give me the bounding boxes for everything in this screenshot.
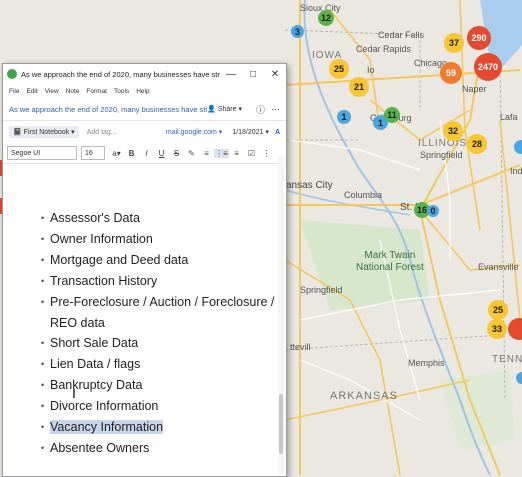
highlight-icon[interactable]: ✎ [184,149,199,158]
map-label-lafayette: Lafa [500,112,518,122]
add-tag-input[interactable]: Add tag... [87,129,166,136]
underline-icon[interactable]: U [154,149,169,158]
map-label-cedar-rapids: Cedar Rapids [356,44,412,54]
bullet-list: Assessor's Data Owner Information Mortga… [41,208,274,459]
more-format-icon[interactable]: ⋮ [259,149,274,158]
map-label-springfield: Springfield [420,150,463,160]
list-item[interactable]: Owner Information [41,229,274,250]
menu-item-file[interactable]: File [9,88,19,95]
list-item[interactable]: Short Sale Data [41,333,274,354]
map-cluster-marker[interactable]: 290 [467,26,491,50]
map-label-springfield-mo: Springfield [300,285,343,295]
more-options-icon[interactable]: ⋯ [271,104,280,115]
map-cluster-marker[interactable]: 25 [488,300,508,320]
map-cluster-marker[interactable]: 59 [440,62,462,84]
map-cluster-marker[interactable]: 11 [384,107,400,123]
list-item[interactable]: Assessor's Data [41,208,274,229]
map-label-kansas-city: ansas City [286,180,333,191]
font-size-value: 16 [85,149,93,157]
font-family-value: Segoe UI [11,149,41,157]
menu-item-edit[interactable]: Edit [26,88,37,95]
checklist-icon[interactable]: ☑ [244,149,259,158]
text-color-icon[interactable]: a▾ [109,149,124,158]
notebook-label: First Notebook [23,129,70,136]
map-cluster-marker[interactable]: 33 [487,319,507,339]
italic-icon[interactable]: I [139,149,154,158]
list-item[interactable]: Absentee Owners [41,438,274,459]
close-icon[interactable]: ✕ [264,69,286,80]
map-cluster-marker[interactable]: 21 [349,77,369,97]
map-label-fayetteville: ttevill [290,342,311,352]
map-cluster-marker[interactable]: 28 [467,134,487,154]
map-cluster-marker[interactable]: 12 [318,10,334,26]
map-label-naperville: Naper [462,84,487,94]
align-icon[interactable]: ≡ [199,149,214,158]
list-item[interactable]: Bankruptcy Data [41,375,274,396]
numbered-list-icon[interactable]: ≡ [229,149,244,158]
note-header: As we approach the end of 2020, many bus… [3,98,286,121]
list-item-continuation[interactable]: REO data [41,313,274,334]
map-cluster-marker[interactable]: 25 [329,59,349,79]
app-logo-icon [7,69,17,79]
scrollbar-thumb[interactable] [279,394,283,454]
map-label-memphis: Memphis [408,358,445,368]
menu-bar: File Edit View Note Format Tools Help [3,84,286,98]
menu-item-view[interactable]: View [45,88,59,95]
map-label-illinois: ILLINOIS [418,138,468,149]
map-cluster-marker[interactable]: 0 [427,205,439,217]
window-titlebar[interactable]: As we approach the end of 2020, many bus… [3,64,286,84]
window-title: As we approach the end of 2020, many bus… [21,69,220,79]
map-label-indianapolis: Ind [510,166,522,176]
map-cluster-marker[interactable]: 3 [291,25,304,38]
note-date[interactable]: 1/18/2021 ▾ [232,128,269,136]
format-toolbar: Segoe UI 16 a▾ B I U S ✎ ≡ ⋮≡ ≡ ☑ ⋮ [3,143,286,164]
text-format-icon[interactable]: A [275,129,280,136]
note-date-label: 1/18/2021 [232,129,264,136]
source-link[interactable]: mail.google.com ▾ [166,128,222,136]
map-cluster-marker[interactable]: 1 [337,110,351,124]
map-cluster-marker[interactable]: 2470 [474,53,502,81]
strikethrough-icon[interactable]: S [169,149,184,158]
menu-item-note[interactable]: Note [66,88,80,95]
minimize-icon[interactable]: — [220,69,242,80]
notebook-selector[interactable]: 📓 First Notebook ▾ [9,126,79,138]
share-label: Share [217,106,237,113]
map-cluster-marker[interactable]: 37 [444,33,464,53]
map-label-cedar-falls: Cedar Falls [378,30,425,40]
share-button[interactable]: 👤 Share ▾ [207,105,242,113]
list-item[interactable]: Mortgage and Deed data [41,250,274,271]
map-label-iowa-city: Io [367,65,375,75]
note-window[interactable]: As we approach the end of 2020, many bus… [2,63,287,477]
selected-text: Vacancy Information [50,420,164,435]
info-icon[interactable]: ⓘ [256,103,265,116]
map-label-arkansas: ARKANSAS [330,390,398,402]
source-link-label: mail.google.com [165,129,217,136]
map-label-evansville: Evansville [478,262,519,272]
maximize-icon[interactable]: □ [242,69,264,80]
list-item-selected[interactable]: Vacancy Information [41,417,274,438]
list-item[interactable]: Divorce Information [41,396,274,417]
text-cursor-icon: I [72,385,76,401]
menu-item-help[interactable]: Help [136,88,149,95]
map-label-columbia: Columbia [344,190,383,200]
note-body[interactable]: Assessor's Data Owner Information Mortga… [3,164,286,476]
menu-item-format[interactable]: Format [86,88,107,95]
list-item[interactable]: Lien Data / flags [41,354,274,375]
map-label-tennessee: TENNE [492,354,522,365]
font-family-select[interactable]: Segoe UI [7,146,77,160]
list-item[interactable]: Transaction History [41,271,274,292]
notebook-bar: 📓 First Notebook ▾ Add tag... mail.googl… [3,121,286,143]
menu-item-tools[interactable]: Tools [114,88,129,95]
map-label-mark-twain-forest: Mark Twain National Forest [356,250,424,273]
page-title[interactable]: As we approach the end of 2020, many bus… [9,105,207,114]
bold-icon[interactable]: B [124,149,139,158]
map-cluster-marker-partial[interactable] [516,372,522,384]
map-cluster-marker-partial[interactable] [514,140,522,154]
map-cluster-marker[interactable]: 32 [443,121,463,141]
list-item[interactable]: Pre-Foreclosure / Auction / Foreclosure … [41,292,274,313]
font-size-select[interactable]: 16 [81,146,105,160]
bulleted-list-icon[interactable]: ⋮≡ [214,148,229,158]
